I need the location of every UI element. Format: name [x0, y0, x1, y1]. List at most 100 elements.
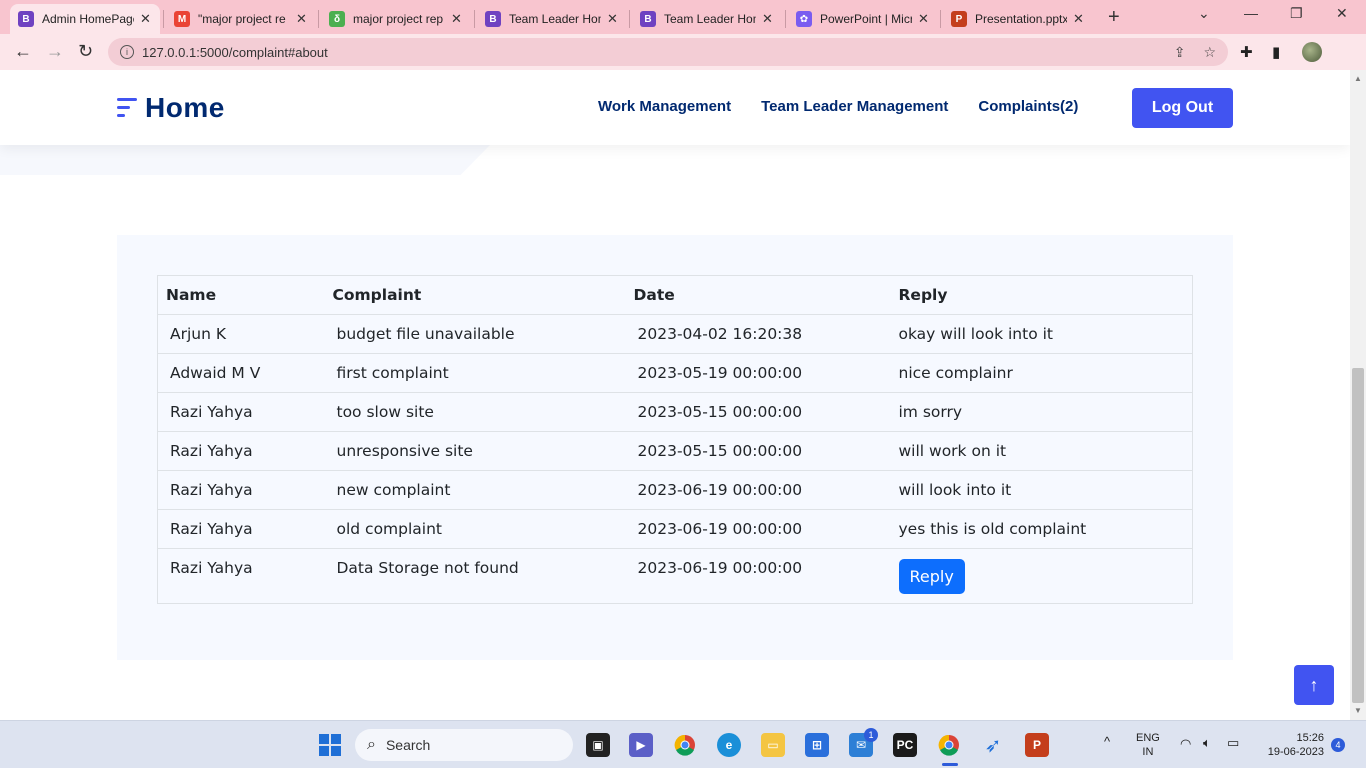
back-to-top-button[interactable]: ↑ — [1294, 665, 1334, 705]
browser-tab[interactable]: ✿ PowerPoint | Micr ✕ — [788, 4, 938, 34]
tab-title: "major project re — [198, 12, 286, 26]
extensions-icon[interactable]: ✚ — [1240, 43, 1253, 61]
region-label: IN — [1142, 746, 1154, 758]
page-viewport: Home Work Management Team Leader Managem… — [0, 70, 1350, 720]
microsoft365-icon: ✿ — [796, 11, 812, 27]
cell-reply: im sorry — [890, 392, 1193, 432]
cell-reply: will work on it — [890, 431, 1193, 471]
scrollbar-thumb[interactable] — [1352, 368, 1364, 703]
pycharm-icon[interactable]: PC — [893, 733, 917, 757]
clock-date: 19-06-2023 — [1267, 746, 1324, 758]
powerpoint-icon[interactable]: P — [1025, 733, 1049, 757]
teams-chat-icon[interactable]: ▶ — [629, 733, 653, 757]
chrome-active-icon[interactable] — [937, 733, 961, 757]
tab-separator — [318, 10, 319, 28]
reply-button[interactable]: Reply — [898, 559, 965, 594]
nav-team-leader-management[interactable]: Team Leader Management — [761, 98, 948, 115]
close-tab-icon[interactable]: ✕ — [607, 11, 618, 27]
close-tab-icon[interactable]: ✕ — [762, 11, 773, 27]
cell-date: 2023-06-19 00:00:00 — [625, 470, 891, 510]
arrow-up-icon: ↑ — [1309, 674, 1319, 695]
gmail-icon: M — [174, 11, 190, 27]
nav-complaints[interactable]: Complaints(2) — [978, 98, 1078, 115]
mail-badge: 1 — [864, 728, 878, 742]
windows-start-icon[interactable] — [318, 733, 342, 757]
tab-separator — [629, 10, 630, 28]
bootstrap-icon: B — [485, 11, 501, 27]
close-tab-icon[interactable]: ✕ — [296, 11, 307, 27]
col-date-header: Date — [625, 275, 891, 315]
profile-avatar[interactable] — [1302, 42, 1322, 62]
close-tab-icon[interactable]: ✕ — [1073, 11, 1084, 27]
tab-title: Team Leader Hom — [509, 12, 601, 26]
browser-tab[interactable]: B Admin HomePage ✕ — [10, 4, 160, 34]
task-view-icon[interactable]: ▣ — [586, 733, 610, 757]
browser-tab[interactable]: P Presentation.pptx ✕ — [943, 4, 1093, 34]
close-window-button[interactable]: ✕ — [1336, 5, 1348, 22]
cell-complaint: Data Storage not found — [324, 548, 626, 604]
tray-overflow-chevron-icon[interactable]: ^ — [1104, 735, 1110, 749]
volume-icon[interactable]: 🔈︎ — [1203, 736, 1211, 750]
cell-name: Adwaid M V — [157, 353, 325, 393]
table-header-row: Name Complaint Date Reply — [157, 275, 1193, 315]
reload-icon[interactable]: ↻ — [78, 41, 93, 62]
table-row: Razi Yahya unresponsive site 2023-05-15 00… — [157, 431, 1193, 471]
close-tab-icon[interactable]: ✕ — [918, 11, 929, 27]
cell-name: Razi Yahya — [157, 431, 325, 471]
cell-reply: yes this is old complaint — [890, 509, 1193, 549]
language-indicator[interactable]: ENG IN — [1136, 731, 1160, 759]
site-info-icon[interactable]: i — [120, 45, 134, 59]
cell-date: 2023-06-19 00:00:00 — [625, 548, 891, 604]
tab-title: major project rep — [353, 12, 444, 26]
clock[interactable]: 15:26 19-06-2023 — [1258, 731, 1324, 759]
tab-title: Admin HomePage — [42, 12, 134, 26]
tab-title: PowerPoint | Micr — [820, 12, 912, 26]
tab-separator — [940, 10, 941, 28]
battery-icon[interactable]: ▭ — [1227, 736, 1239, 750]
url-text: 127.0.0.1:5000/complaint#about — [142, 44, 328, 60]
browser-tab[interactable]: δ major project rep ✕ — [321, 4, 471, 34]
complaints-panel: Name Complaint Date Reply Arjun Kbudget … — [117, 235, 1233, 660]
notification-badge[interactable]: 4 — [1331, 738, 1345, 752]
scroll-down-arrow-icon[interactable]: ▼ — [1354, 706, 1362, 715]
forward-icon[interactable]: → — [46, 41, 64, 62]
file-explorer-icon[interactable]: ▭ — [761, 733, 785, 757]
chrome-icon[interactable] — [673, 733, 697, 757]
hero-band — [0, 145, 490, 175]
table-row: Razi Yahya new complaint 2023-06-19 00:00:… — [157, 470, 1193, 510]
main-nav: Work Management Team Leader Management C… — [598, 98, 1078, 115]
close-tab-icon[interactable]: ✕ — [451, 11, 462, 27]
wifi-icon[interactable]: ◠ — [1180, 737, 1191, 751]
logout-button[interactable]: Log Out — [1132, 88, 1233, 128]
side-panel-icon[interactable]: ▮ — [1272, 43, 1280, 61]
brand-logo[interactable]: Home — [117, 92, 225, 124]
new-tab-button[interactable]: + — [1108, 6, 1120, 29]
browser-tab[interactable]: B Team Leader Hom ✕ — [477, 4, 627, 34]
browser-tab[interactable]: B Team Leader Hom ✕ — [632, 4, 782, 34]
taskbar-search[interactable]: ⌕ Search — [355, 729, 573, 761]
bookmark-star-icon[interactable]: ☆ — [1203, 44, 1216, 61]
edge-icon[interactable]: e — [717, 733, 741, 757]
cell-date: 2023-05-15 00:00:00 — [625, 431, 891, 471]
col-name-header: Name — [157, 275, 325, 315]
app-dolphin-icon[interactable]: ➶ — [981, 733, 1005, 757]
microsoft-store-icon[interactable]: ⊞ — [805, 733, 829, 757]
tab-title: Team Leader Hom — [664, 12, 756, 26]
cell-date: 2023-05-19 00:00:00 — [625, 353, 891, 393]
maximize-button[interactable]: ❐ — [1290, 5, 1303, 22]
share-icon[interactable]: ⇪ — [1174, 44, 1186, 61]
address-bar[interactable]: i 127.0.0.1:5000/complaint#about ⇪ ☆ — [108, 38, 1228, 66]
cell-name: Razi Yahya — [157, 470, 325, 510]
back-icon[interactable]: ← — [14, 41, 32, 62]
active-app-indicator — [942, 763, 958, 766]
close-tab-icon[interactable]: ✕ — [140, 11, 151, 27]
browser-tab[interactable]: M "major project re ✕ — [166, 4, 316, 34]
overleaf-icon: δ — [329, 11, 345, 27]
cell-reply: okay will look into it — [890, 314, 1193, 354]
windows-taskbar: ⌕ Search ▣ ▶ e ▭ ⊞ ✉ 1 PC ➶ P ^ ENG IN ◠… — [0, 720, 1366, 768]
page-scrollbar[interactable]: ▲ ▼ — [1350, 70, 1366, 720]
minimize-button[interactable]: — — [1244, 5, 1258, 21]
scroll-up-arrow-icon[interactable]: ▲ — [1354, 74, 1362, 83]
tab-search-icon[interactable]: ⌄ — [1198, 5, 1210, 22]
nav-work-management[interactable]: Work Management — [598, 98, 731, 115]
